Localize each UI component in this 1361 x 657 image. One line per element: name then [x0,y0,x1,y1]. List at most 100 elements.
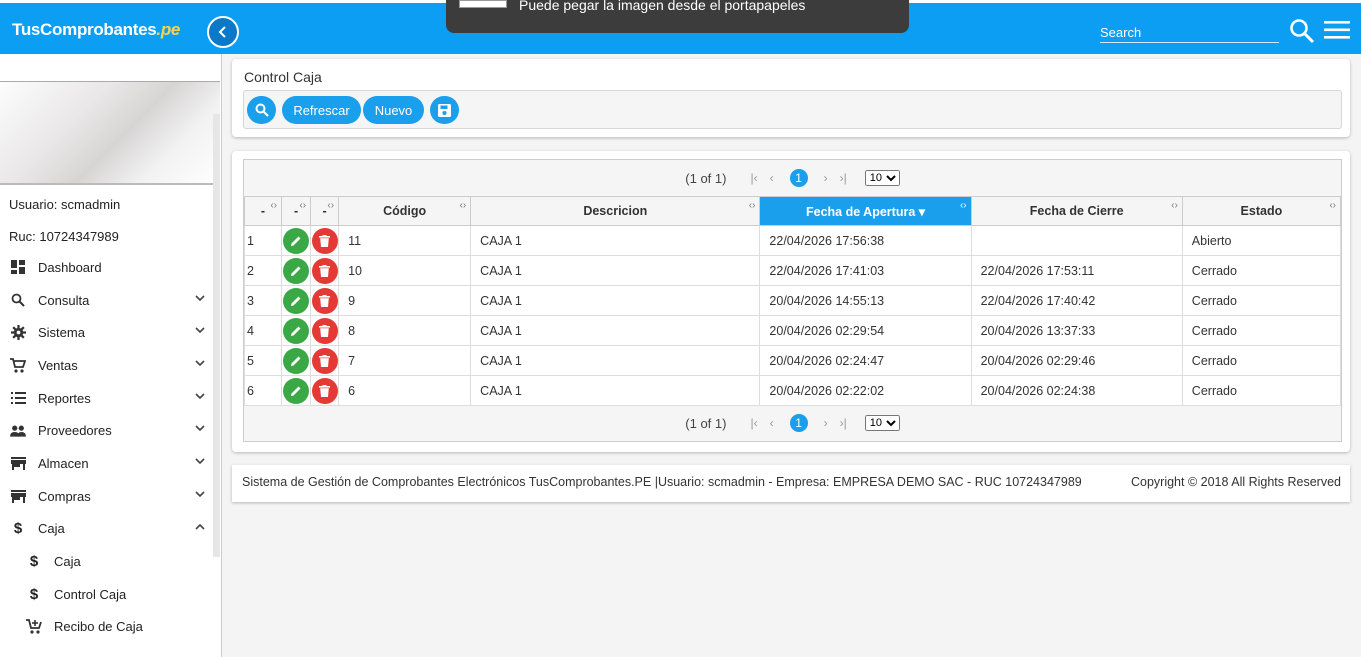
rows-per-page-select[interactable]: 10 [864,170,900,186]
collapse-sidebar-button[interactable] [207,16,239,48]
table-row[interactable]: 2 10 CAJA 1 22/04/2026 17:41:03 22/04/2026 1… [243,255,1342,286]
table-row[interactable]: 3 9 CAJA 1 20/04/2026 14:55:13 22/04/2026 17… [243,285,1342,316]
first-page-icon[interactable]: |‹ [750,416,757,430]
table-row[interactable]: 4 8 CAJA 1 20/04/2026 02:29:54 20/04/2026 13… [243,315,1342,346]
search-icon[interactable] [1289,18,1315,44]
prev-page-icon[interactable]: ‹ [770,416,774,430]
pencil-icon [291,296,301,306]
first-page-icon[interactable]: |‹ [750,171,757,185]
col-header-index[interactable]: - ‹› [243,196,283,226]
edit-button[interactable] [283,377,310,404]
sidebar-item-dashboard[interactable]: Dashboard [0,251,213,284]
cell-fecha-apertura: 22/04/2026 17:41:03 [759,255,972,286]
save-button[interactable] [430,96,459,124]
col-header-descricion[interactable]: Descricion ‹› [470,196,761,226]
cell-estado: Cerrado [1181,315,1342,346]
last-page-icon[interactable]: ›| [840,171,847,185]
last-page-icon[interactable]: ›| [840,416,847,430]
dollar-icon: $ [29,553,39,571]
cell-index: 4 [243,315,283,346]
cell-codigo: 11 [338,225,472,256]
cell-fecha-apertura: 20/04/2026 02:29:54 [759,315,972,346]
sidebar-item-caja[interactable]: $ Caja [0,513,213,546]
delete-button[interactable] [311,377,338,404]
page-report: (1 of 1) [685,170,727,186]
sidebar-scrollbar[interactable] [213,114,220,557]
search-button[interactable] [247,96,276,124]
search-input[interactable] [1100,22,1279,43]
table-row[interactable]: 6 6 CAJA 1 20/04/2026 02:22:02 20/04/2026 02… [243,375,1342,406]
cell-edit [281,255,312,286]
col-header-codigo[interactable]: Código ‹› [338,196,472,226]
cell-fecha-cierre: 20/04/2026 02:29:46 [970,345,1183,376]
cell-fecha-cierre: 22/04/2026 17:53:11 [970,255,1183,286]
sidebar-item-consulta[interactable]: Consulta [0,284,213,317]
next-page-icon[interactable]: › [824,416,828,430]
rows-per-page-select[interactable]: 10 [864,415,900,431]
footer: Sistema de Gestión de Comprobantes Elect… [232,465,1350,502]
new-button[interactable]: Nuevo [363,96,424,124]
cell-fecha-cierre: 20/04/2026 02:24:38 [970,375,1183,406]
sort-icon: ‹› [1171,200,1178,211]
edit-button[interactable] [283,287,310,314]
clipboard-toast: Puede pegar la imagen desde el portapape… [446,0,909,33]
sidebar-item-ventas[interactable]: Ventas [0,349,213,382]
delete-button[interactable] [311,347,338,374]
sidebar-item-almacen[interactable]: Almacen [0,447,213,480]
paginator-top: (1 of 1) |‹ ‹ 1 › ›| 10 [244,160,1341,196]
chevron-down-icon [195,393,205,399]
table-row[interactable]: 1 11 CAJA 1 22/04/2026 17:56:38 Abierto [243,225,1342,256]
app-logo[interactable]: TusComprobantes.pe [12,20,180,40]
cell-index: 5 [243,345,283,376]
next-page-icon[interactable]: › [824,171,828,185]
toast-image [459,0,507,8]
delete-button[interactable] [311,227,338,254]
chevron-down-icon [195,295,205,301]
cell-edit [281,225,312,256]
sidebar-subitem-control-caja[interactable]: $ Control Caja [0,578,213,611]
current-page-button[interactable]: 1 [789,414,808,432]
footer-text: Sistema de Gestión de Comprobantes Elect… [242,475,1082,489]
col-header-edit[interactable]: - ‹› [281,196,312,226]
sort-icon: ‹› [299,200,307,211]
cell-descricion: CAJA 1 [470,285,761,316]
edit-button[interactable] [283,227,310,254]
sidebar-subitem-caja[interactable]: $ Caja [0,545,213,578]
menu-icon[interactable] [1324,20,1350,40]
col-header-delete[interactable]: - ‹› [310,196,340,226]
sidebar-subitem-recibo-caja[interactable]: Recibo de Caja [0,611,213,644]
col-header-estado[interactable]: Estado ‹› [1181,196,1342,226]
delete-button[interactable] [311,257,338,284]
delete-button[interactable] [311,287,338,314]
trash-icon [319,234,331,247]
sidebar-banner [0,82,220,185]
trash-icon [319,324,331,337]
prev-page-icon[interactable]: ‹ [770,171,774,185]
pencil-icon [291,356,301,366]
data-table: (1 of 1) |‹ ‹ 1 › ›| 10 - ‹› - ‹› - ‹› Códi… [243,159,1342,442]
cell-index: 6 [243,375,283,406]
edit-button[interactable] [283,317,310,344]
trash-icon [319,264,331,277]
cell-descricion: CAJA 1 [470,315,761,346]
sidebar-item-reportes[interactable]: Reportes [0,382,213,415]
sidebar-item-compras[interactable]: Compras [0,480,213,513]
cell-estado: Cerrado [1181,285,1342,316]
cell-estado: Cerrado [1181,255,1342,286]
control-caja-table: - ‹› - ‹› - ‹› Código ‹› Descricion ‹› Fecha … [243,196,1342,406]
refresh-button[interactable]: Refrescar [282,96,361,124]
sidebar-item-proveedores[interactable]: Proveedores [0,414,213,447]
current-page-button[interactable]: 1 [789,169,808,187]
sidebar-item-sistema[interactable]: Sistema [0,316,213,349]
delete-button[interactable] [311,317,338,344]
cell-estado: Cerrado [1181,345,1342,376]
edit-button[interactable] [283,257,310,284]
sort-desc-icon: ▾ [918,204,926,219]
table-row[interactable]: 5 7 CAJA 1 20/04/2026 02:24:47 20/04/2026 02… [243,345,1342,376]
edit-button[interactable] [283,347,310,374]
col-header-fecha-apertura[interactable]: Fecha de Apertura ▾ ‹› [759,196,972,226]
cell-delete [310,285,340,316]
cell-fecha-apertura: 20/04/2026 02:22:02 [759,375,972,406]
cell-delete [310,345,340,376]
col-header-fecha-cierre[interactable]: Fecha de Cierre ‹› [970,196,1183,226]
